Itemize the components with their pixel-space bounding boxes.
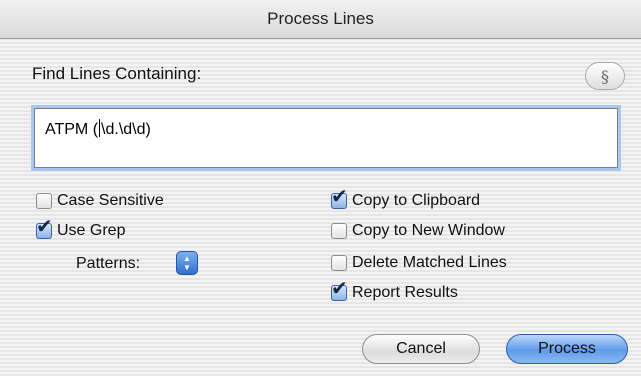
cancel-button[interactable]: Cancel <box>362 334 480 364</box>
report-results-checkbox[interactable]: ✔ Report Results <box>331 278 458 302</box>
checkbox-box[interactable] <box>331 255 347 271</box>
special-characters-button[interactable]: § <box>585 62 625 90</box>
copy-to-new-window-checkbox[interactable]: Copy to New Window <box>331 222 505 240</box>
find-text-after-caret: \d.\d\d) <box>101 121 151 138</box>
find-lines-label: Find Lines Containing: <box>32 64 202 83</box>
find-text-before-caret: ATPM ( <box>45 121 99 138</box>
case-sensitive-checkbox[interactable]: Case Sensitive <box>36 192 164 210</box>
checkmark-icon: ✔ <box>331 276 348 300</box>
window-title: Process Lines <box>267 9 374 28</box>
checkbox-box[interactable]: ✔ <box>331 186 348 209</box>
copy-to-clipboard-label: Copy to Clipboard <box>352 192 481 209</box>
checkmark-icon: ✔ <box>331 184 348 208</box>
delete-matched-lines-checkbox[interactable]: Delete Matched Lines <box>331 254 507 272</box>
patterns-label: Patterns: <box>76 255 141 272</box>
copy-to-clipboard-checkbox[interactable]: ✔ Copy to Clipboard <box>331 186 481 210</box>
checkbox-box[interactable] <box>36 193 52 209</box>
arrow-up-icon: ▲ <box>183 254 191 263</box>
delete-matched-lines-label: Delete Matched Lines <box>352 254 507 271</box>
text-caret <box>99 119 101 137</box>
report-results-label: Report Results <box>352 284 458 301</box>
arrow-down-icon: ▼ <box>183 263 191 272</box>
use-grep-label: Use Grep <box>57 222 126 239</box>
checkbox-box[interactable] <box>331 223 347 239</box>
process-button[interactable]: Process <box>506 334 628 364</box>
copy-to-new-window-label: Copy to New Window <box>352 222 505 239</box>
case-sensitive-label: Case Sensitive <box>57 192 164 209</box>
checkbox-box[interactable]: ✔ <box>36 216 53 239</box>
find-text-field[interactable]: ATPM (\d.\d\d) <box>34 108 618 168</box>
title-bar: Process Lines <box>0 0 641 39</box>
checkmark-icon: ✔ <box>36 214 53 238</box>
use-grep-checkbox[interactable]: ✔ Use Grep <box>36 216 126 240</box>
checkbox-box[interactable]: ✔ <box>331 278 348 301</box>
patterns-popup-button[interactable]: ▲ ▼ <box>176 251 198 275</box>
